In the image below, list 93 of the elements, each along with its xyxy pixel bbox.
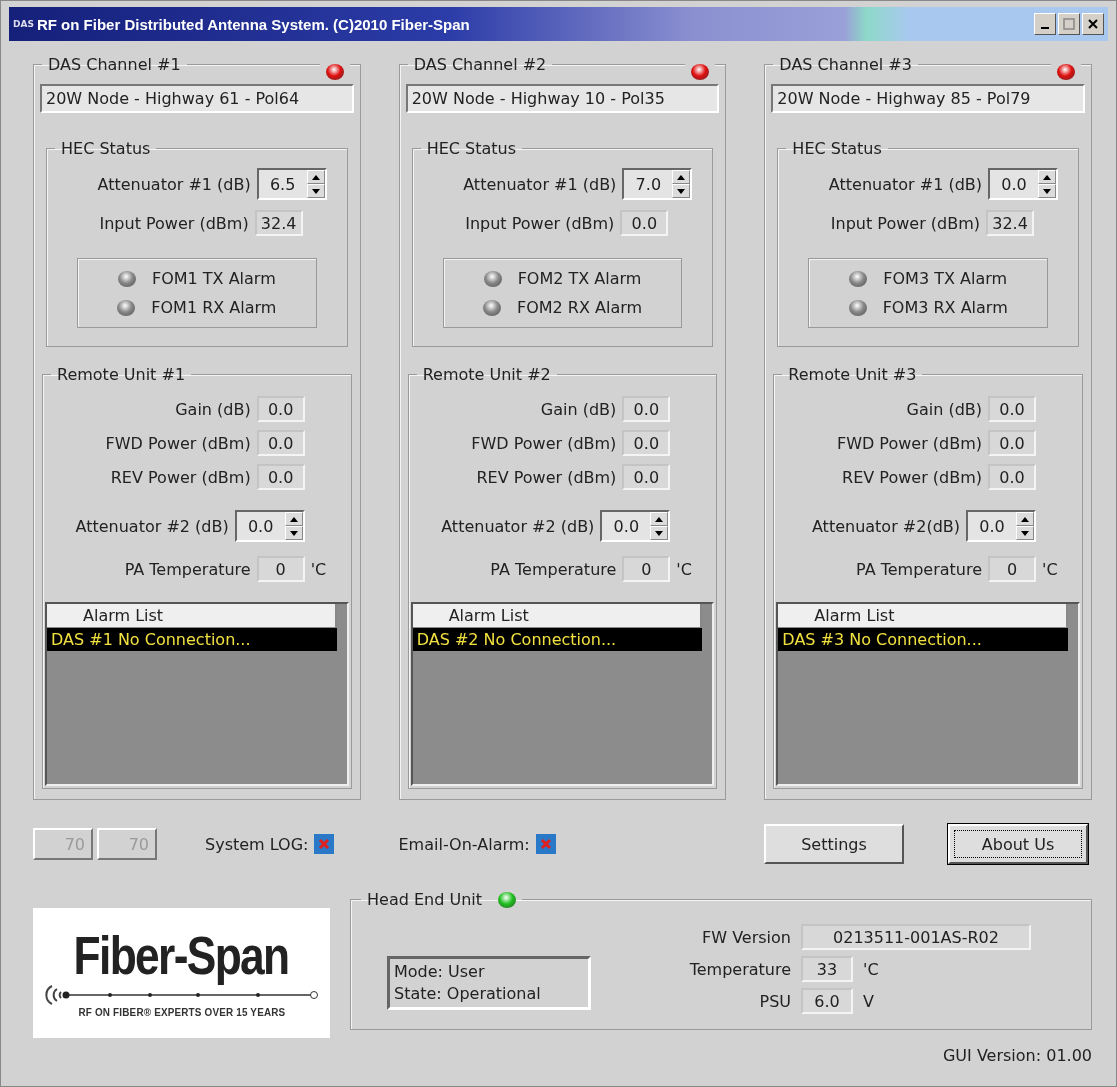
alarm-label: FOM2 RX Alarm xyxy=(516,298,643,317)
group-title: Remote Unit #1 xyxy=(56,365,187,384)
readout-field: 32.4 xyxy=(986,210,1034,236)
toggle-label: Email-On-Alarm: xyxy=(398,834,530,854)
readout-field: 0 xyxy=(256,556,305,582)
field-label: REV Power (dBm) xyxy=(110,467,251,487)
minimize-icon xyxy=(1041,27,1049,29)
readout-field: 0.0 xyxy=(988,464,1036,490)
group-title: Head End Unit xyxy=(367,890,482,909)
readout-field: 0.0 xyxy=(622,464,671,490)
alarm-label: FOM3 TX Alarm xyxy=(883,269,1008,288)
field-label: Attenuator #1 (dB) xyxy=(463,174,617,194)
group-title: DAS Channel #3 xyxy=(778,55,913,74)
alarm-list-item[interactable]: DAS #2 No Connection... xyxy=(412,628,703,651)
field-label: FWD Power (dBm) xyxy=(105,433,251,453)
field-label: PSU xyxy=(758,991,791,1011)
readout-field: 0.0 xyxy=(256,464,305,490)
minimize-button[interactable] xyxy=(1034,13,1056,35)
readout-field: 0.0 xyxy=(256,396,305,422)
channel-name-field[interactable]: 20W Node - Highway 85 - Pol79 xyxy=(771,84,1085,113)
channel-name-field[interactable]: 20W Node - Highway 10 - Pol35 xyxy=(405,84,720,113)
readout-field: 0.0 xyxy=(620,210,669,236)
checkbox[interactable] xyxy=(535,834,556,854)
gui-version-label: GUI Version: 01.00 xyxy=(942,1046,1092,1065)
maximize-icon xyxy=(1063,18,1075,30)
close-button[interactable] xyxy=(1082,13,1104,35)
field-label: PA Temperature xyxy=(856,559,982,579)
status-line: State: Operational xyxy=(394,983,542,1005)
group-title: Remote Unit #2 xyxy=(421,365,552,384)
readout-field: 33 xyxy=(801,956,853,982)
app-icon: DAS xyxy=(13,19,34,29)
field-label: Attenuator #2 (dB) xyxy=(441,516,595,536)
group-title: Remote Unit #3 xyxy=(787,365,918,384)
alarm-list-item[interactable]: DAS #3 No Connection... xyxy=(778,628,1068,651)
readout-field: 0.0 xyxy=(988,430,1036,456)
alarm-list[interactable]: Alarm List DAS #3 No Connection... xyxy=(776,602,1080,786)
unit-label: V xyxy=(863,991,875,1011)
field-label: PA Temperature xyxy=(490,559,617,579)
field-label: FW Version xyxy=(701,927,791,947)
unit-label: 'C xyxy=(310,559,328,579)
column-header[interactable]: Alarm List xyxy=(47,604,337,628)
group-title: HEC Status xyxy=(791,139,883,158)
push-button[interactable]: About Us xyxy=(948,824,1088,864)
readout-field: 0.0 xyxy=(988,396,1036,422)
field-label: Gain (dB) xyxy=(540,399,617,419)
readout-field: 6.0 xyxy=(801,988,853,1014)
readout-field: 0.0 xyxy=(622,430,671,456)
group-title: DAS Channel #1 xyxy=(47,55,182,74)
field-label: Gain (dB) xyxy=(906,399,982,419)
readout-field: 0.0 xyxy=(256,430,305,456)
column-header[interactable]: Alarm List xyxy=(778,604,1068,628)
field-label: REV Power (dBm) xyxy=(476,467,617,487)
field-label: Input Power (dBm) xyxy=(99,213,249,233)
unit-label: 'C xyxy=(1042,559,1059,579)
window-title: RF on Fiber Distributed Antenna System. (C)2010 Fiber-Span xyxy=(36,15,471,33)
field-label: Input Power (dBm) xyxy=(465,213,615,233)
field-label: Attenuator #1 (dB) xyxy=(828,174,982,194)
field-label: PA Temperature xyxy=(124,559,251,579)
close-icon xyxy=(1088,19,1098,29)
alarm-label: FOM3 RX Alarm xyxy=(882,298,1008,317)
field-label: Temperature xyxy=(688,959,791,979)
readout-field: 0 xyxy=(988,556,1036,582)
group-title: DAS Channel #2 xyxy=(412,55,548,74)
field-label: Gain (dB) xyxy=(175,399,251,419)
readout-field: 0213511-001AS-R02 xyxy=(801,924,1031,950)
field-label: Attenuator #2(dB) xyxy=(811,516,960,536)
checkbox[interactable] xyxy=(314,834,335,854)
alarm-label: FOM1 TX Alarm xyxy=(151,269,276,288)
logo-tagline: RF ON FIBER® EXPERTS OVER 15 YEARS xyxy=(78,1006,285,1018)
readout-field: 0 xyxy=(622,556,671,582)
group-title: HEC Status xyxy=(60,139,152,158)
readout-field: 32.4 xyxy=(254,210,303,236)
channel-name-field[interactable]: 20W Node - Highway 61 - Pol64 xyxy=(40,84,354,113)
status-line: Mode: User xyxy=(394,961,486,983)
field-label: FWD Power (dBm) xyxy=(836,433,982,453)
push-button[interactable]: Settings xyxy=(764,824,904,864)
maximize-button[interactable] xyxy=(1058,13,1080,35)
alarm-list-item[interactable]: DAS #1 No Connection... xyxy=(47,628,337,651)
field-label: Attenuator #1 (dB) xyxy=(97,174,251,194)
toggle-label: System LOG: xyxy=(205,834,309,854)
alarm-label: FOM1 RX Alarm xyxy=(151,298,277,317)
field-label: Input Power (dBm) xyxy=(830,213,980,233)
unit-label: 'C xyxy=(676,559,693,579)
field-label: Attenuator #2 (dB) xyxy=(75,516,229,536)
alarm-label: FOM2 TX Alarm xyxy=(517,269,642,288)
field-label: FWD Power (dBm) xyxy=(471,433,617,453)
group-title: HEC Status xyxy=(425,139,518,158)
column-header[interactable]: Alarm List xyxy=(412,604,703,628)
alarm-list[interactable]: Alarm List DAS #1 No Connection... xyxy=(45,602,349,786)
alarm-list[interactable]: Alarm List DAS #2 No Connection... xyxy=(410,602,715,786)
unit-label: 'C xyxy=(863,959,880,979)
readout-field: 0.0 xyxy=(622,396,671,422)
field-label: REV Power (dBm) xyxy=(842,467,982,487)
